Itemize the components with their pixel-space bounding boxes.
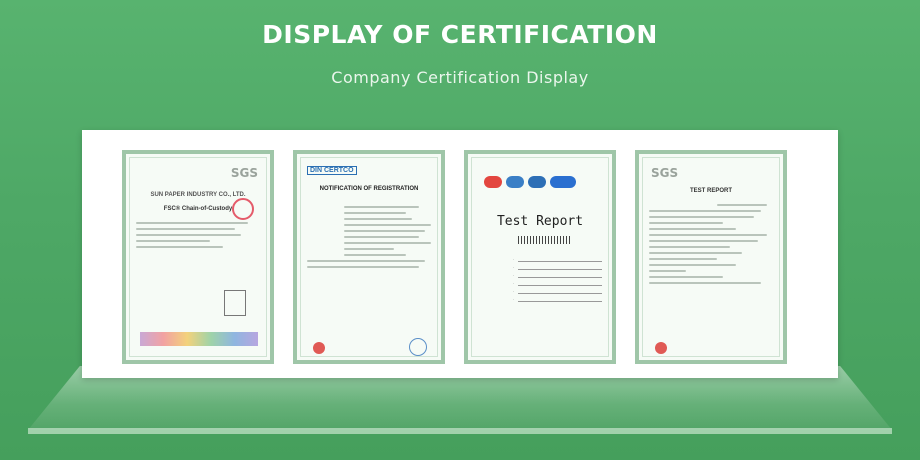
certificate-fsc[interactable]: SGS SUN PAPER INDUSTRY CO., LTD. FSC® Ch… [122, 150, 274, 364]
certificate-test-report[interactable]: Test Report · · · · · · [464, 150, 616, 364]
certificate-board: SGS SUN PAPER INDUSTRY CO., LTD. FSC® Ch… [82, 130, 838, 378]
barcode-icon [518, 236, 570, 244]
certificate-registration[interactable]: DIN CERTCO NOTIFICATION OF REGISTRATION [293, 150, 445, 364]
certificate-body-lines [307, 202, 431, 272]
color-ribbon-icon [140, 332, 258, 346]
red-seal-icon [313, 342, 325, 354]
certificate-body-lines [136, 218, 260, 252]
page-title: DISPLAY OF CERTIFICATION [262, 20, 658, 49]
certificate-heading: Test Report [496, 214, 584, 229]
cma-logo-icon [484, 176, 502, 188]
certificate-body-lines [649, 200, 773, 288]
dincerto-logo: DIN CERTCO [307, 166, 357, 175]
glass-shelf-edge [28, 428, 892, 434]
ilac-logo-icon [506, 176, 524, 188]
sgs-seal-icon [232, 198, 254, 220]
fsc-logo-icon [224, 290, 246, 316]
page-subtitle: Company Certification Display [331, 68, 589, 87]
gqt-logo-icon [550, 176, 576, 188]
sgs-logo: SGS [651, 166, 679, 180]
certificate-body-lines: · · · · · · [478, 254, 602, 305]
blue-seal-icon [409, 338, 427, 356]
cnas-logo-icon [528, 176, 546, 188]
certificate-sgs-test-report[interactable]: SGS TEST REPORT [635, 150, 787, 364]
certificate-heading: TEST REPORT [689, 188, 732, 194]
red-seal-icon [655, 342, 667, 354]
accreditation-logos [484, 176, 576, 188]
certificate-heading: NOTIFICATION OF REGISTRATION [319, 186, 419, 192]
sgs-logo: SGS [230, 166, 258, 180]
